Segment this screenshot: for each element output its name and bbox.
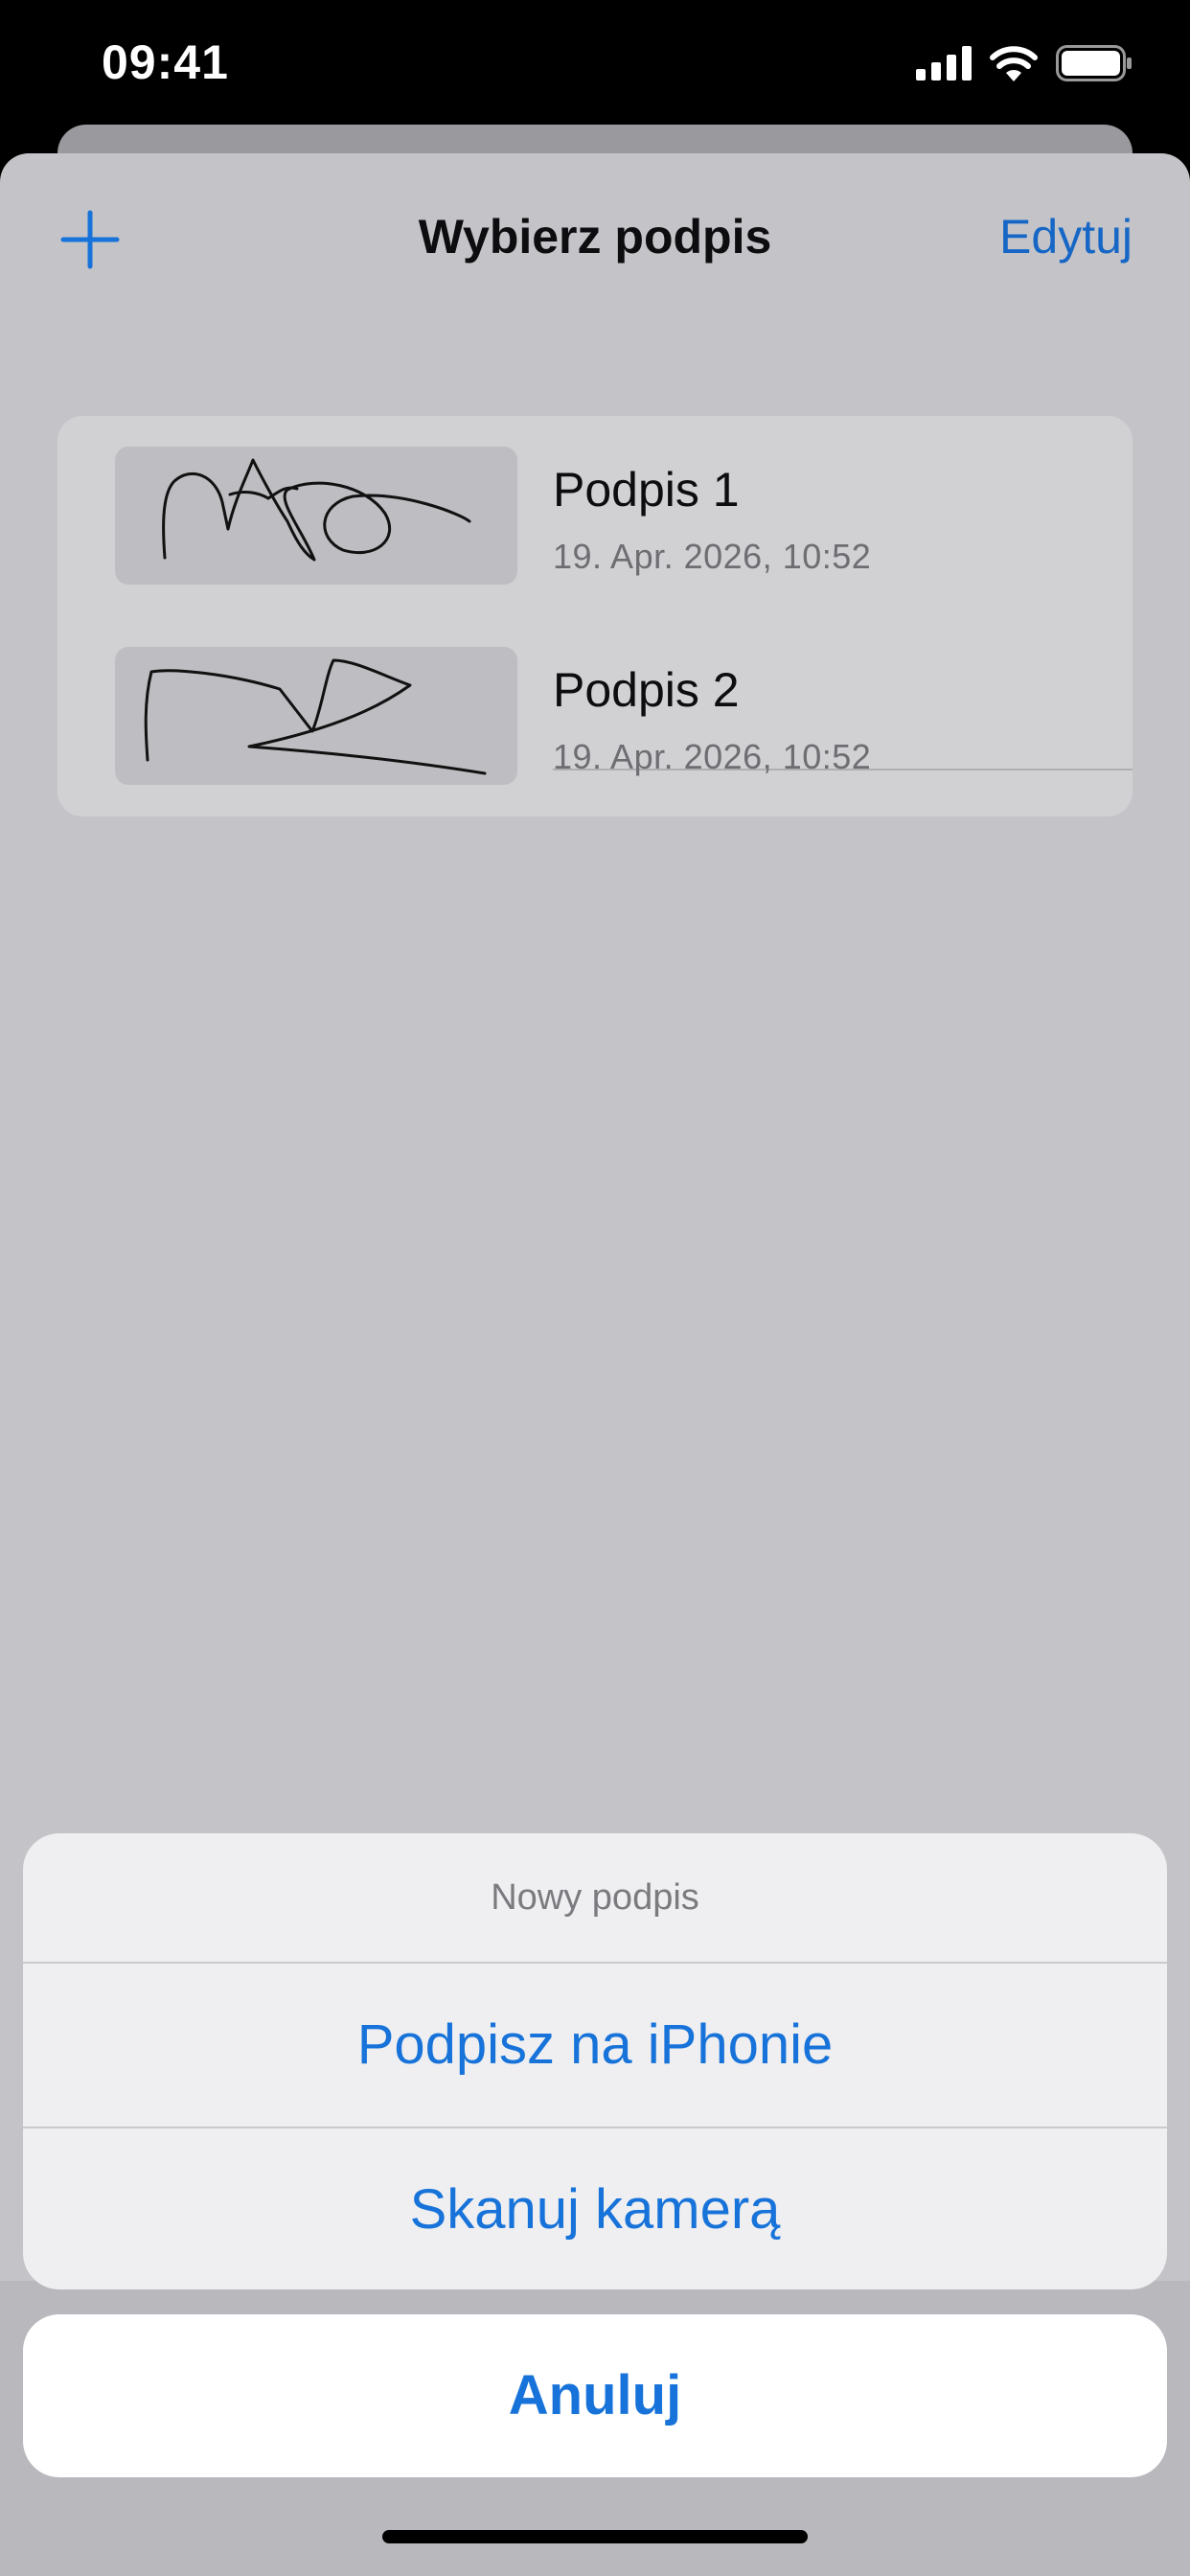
signature-thumbnail: [115, 647, 517, 785]
action-sheet-title: Nowy podpis: [491, 1877, 699, 1918]
home-indicator[interactable]: [382, 2530, 808, 2543]
signature-date: 19. Apr. 2026, 10:52: [553, 737, 872, 776]
signature-list: Podpis 1 19. Apr. 2026, 10:52 Podpis 2 1…: [57, 416, 1133, 816]
battery-icon: [1056, 45, 1132, 81]
edit-button[interactable]: Edytuj: [999, 209, 1133, 264]
cellular-signal-icon: [916, 46, 972, 80]
signature-row-1[interactable]: Podpis 1 19. Apr. 2026, 10:52: [57, 416, 1133, 616]
signature-drawing-1: [162, 458, 471, 562]
signature-name: Podpis 2: [553, 663, 740, 717]
signature-name: Podpis 1: [553, 463, 740, 517]
signature-drawing-2: [144, 658, 487, 775]
signature-date: 19. Apr. 2026, 10:52: [553, 537, 872, 576]
scan-with-camera-button[interactable]: Skanuj kamerą: [23, 2128, 1167, 2289]
wifi-icon: [990, 46, 1038, 81]
signature-thumbnail: [115, 447, 517, 585]
status-time: 09:41: [102, 35, 229, 89]
status-icons: [916, 42, 1133, 84]
sign-on-iphone-button[interactable]: Podpisz na iPhonie: [23, 1964, 1167, 2127]
navigation-bar: Wybierz podpis Edytuj: [0, 153, 1190, 316]
signature-row-2[interactable]: Podpis 2 19. Apr. 2026, 10:52: [57, 616, 1133, 816]
cancel-button[interactable]: Anuluj: [23, 2314, 1167, 2477]
action-sheet: Nowy podpis Podpisz na iPhonie Skanuj ka…: [23, 1833, 1167, 2289]
screen: 09:41 Wybierz podpis Edytuj Podpis 1 19.…: [0, 0, 1190, 2576]
status-bar: 09:41: [0, 0, 1190, 144]
